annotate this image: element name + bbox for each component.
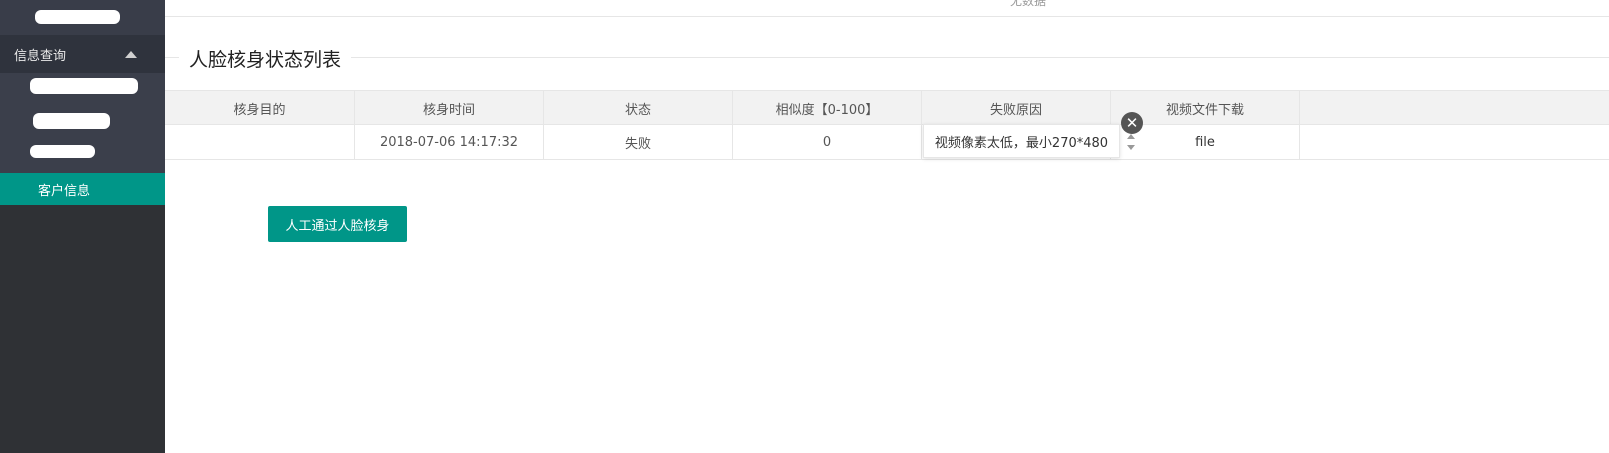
divider — [165, 16, 1609, 17]
column-header-status: 状态 — [544, 91, 733, 125]
cell-status: 失败 — [544, 125, 733, 159]
cell-purpose — [165, 125, 355, 159]
chevron-up-icon — [125, 51, 137, 58]
section-title: 人脸核身状态列表 — [179, 45, 352, 72]
no-data-text: 无数据 — [1010, 0, 1047, 8]
column-header-similarity: 相似度【0-100】 — [733, 91, 922, 125]
close-icon[interactable]: ✕ — [1121, 112, 1143, 134]
sidebar-item-label: 客户信息 — [38, 183, 91, 199]
sidebar-item-customer-info[interactable]: 客户信息 — [0, 173, 165, 205]
reason-tooltip: 视频像素太低，最小270*480 — [923, 124, 1120, 158]
section-divider — [165, 57, 1609, 58]
redacted-label — [35, 10, 120, 24]
sidebar-submenu — [0, 73, 165, 173]
column-header-time: 核身时间 — [355, 91, 544, 125]
scroll-down-icon[interactable] — [1127, 145, 1135, 150]
sidebar-item-redacted-3[interactable] — [30, 145, 95, 158]
sidebar-group-info-query[interactable]: 信息查询 — [0, 35, 165, 73]
table-row: 2018-07-06 14:17:32 失败 0 file — [165, 125, 1609, 160]
sidebar-item-redacted-2[interactable] — [33, 113, 110, 129]
sidebar-item-redacted-1[interactable] — [30, 78, 138, 94]
column-header-reason: 失败原因 — [922, 91, 1111, 125]
sidebar-empty-area — [0, 205, 165, 453]
cell-time: 2018-07-06 14:17:32 — [355, 125, 544, 159]
sidebar-group-label: 信息查询 — [14, 48, 67, 64]
table-header-row: 核身目的 核身时间 状态 相似度【0-100】 失败原因 视频文件下载 — [165, 90, 1609, 125]
scroll-up-icon[interactable] — [1127, 134, 1135, 139]
sidebar: 信息查询 客户信息 — [0, 0, 165, 453]
cell-similarity: 0 — [733, 125, 922, 159]
redacted-purpose — [225, 135, 297, 145]
main-content: 无数据 人脸核身状态列表 核身目的 核身时间 状态 相似度【0-100】 失败原… — [165, 0, 1609, 453]
app-root: 信息查询 客户信息 无数据 人脸核身状态列表 核身目的 核身时间 状态 相似度【… — [0, 0, 1609, 453]
approve-face-verification-button[interactable]: 人工通过人脸核身 — [268, 206, 407, 242]
column-header-purpose: 核身目的 — [165, 91, 355, 125]
tooltip-text: 视频像素太低，最小270*480 — [934, 135, 1109, 151]
sidebar-item-top[interactable] — [0, 0, 165, 35]
